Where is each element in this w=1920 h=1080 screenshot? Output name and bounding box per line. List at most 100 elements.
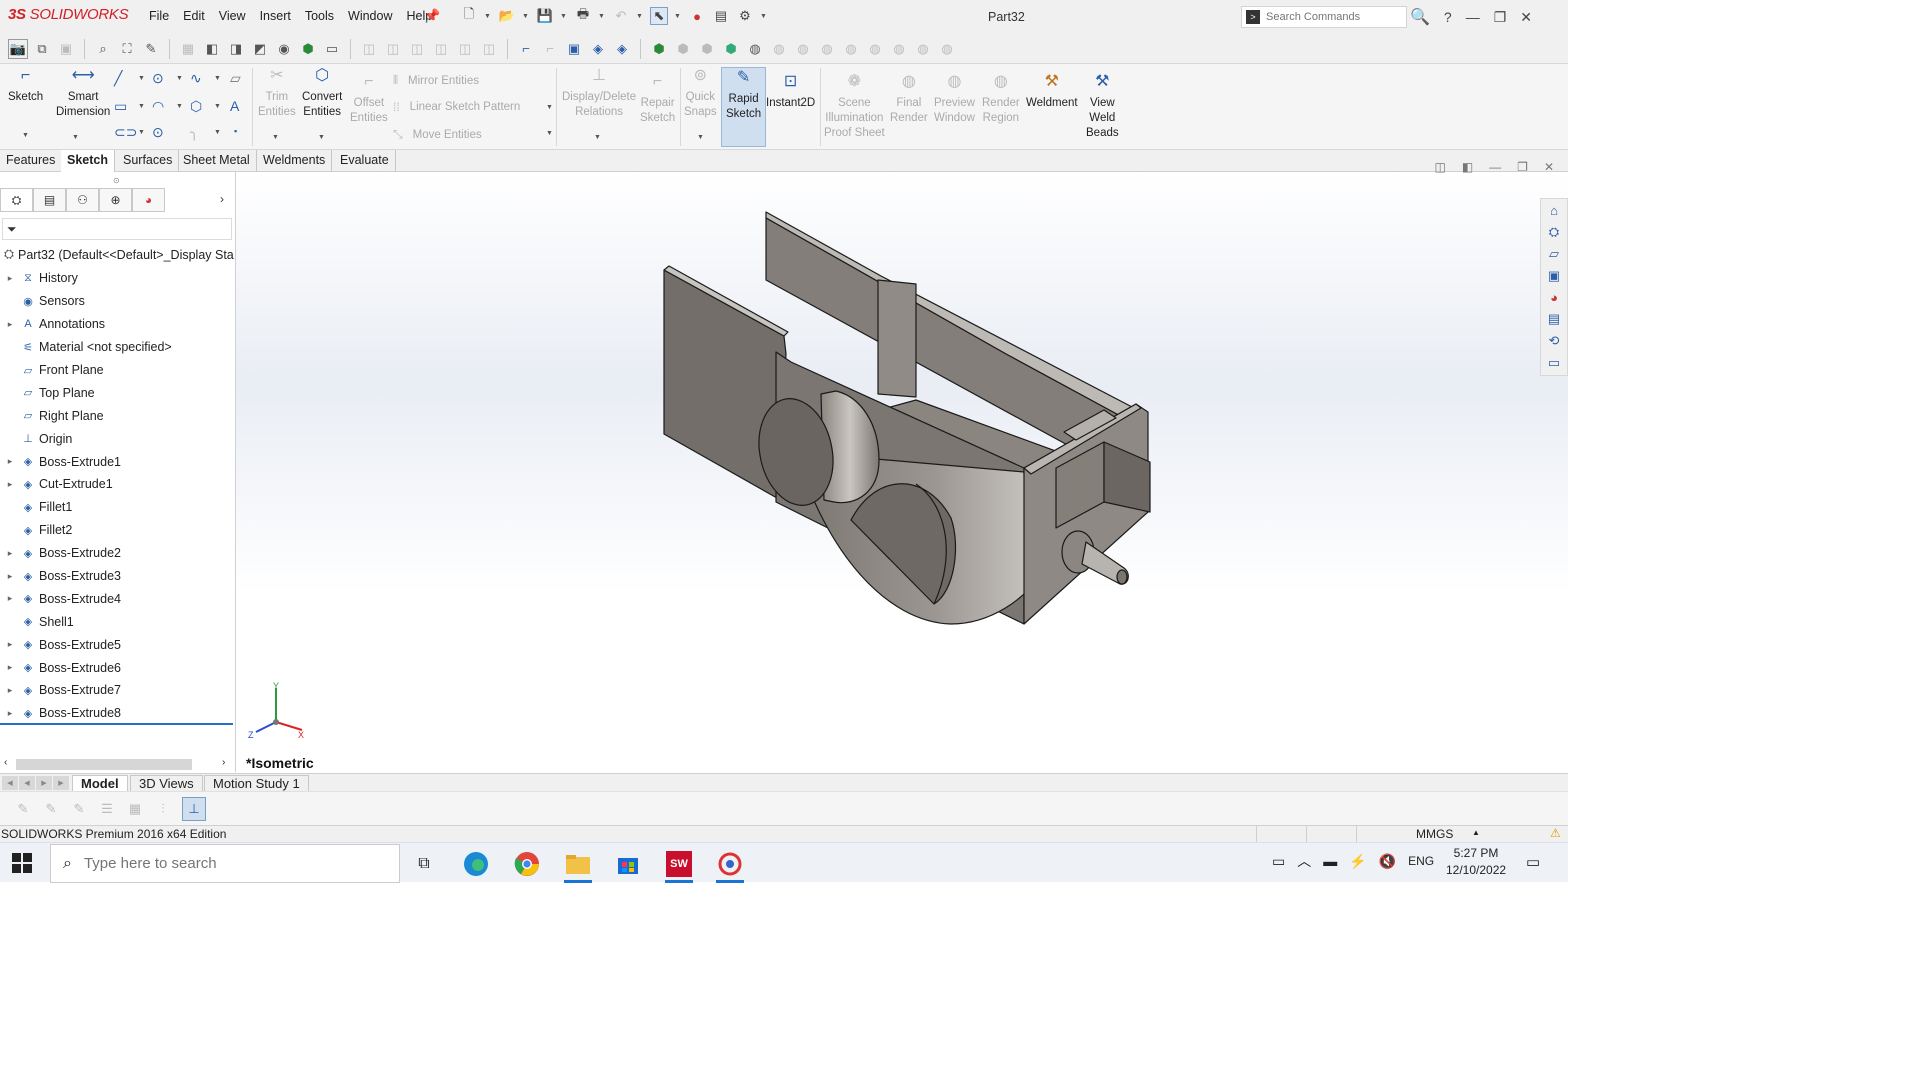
options-gear-icon[interactable]: ⚙ (736, 7, 754, 25)
expand-arrow-icon[interactable]: ▸ (0, 662, 20, 673)
sketch-tool-icon[interactable]: ✎ (70, 800, 88, 818)
render-tool-icon[interactable]: ◍ (841, 39, 861, 59)
tree-item[interactable]: ▱ Front Plane (0, 359, 236, 382)
taskbar-search-input[interactable] (83, 855, 384, 872)
chevron-down-icon[interactable]: ▼ (522, 13, 530, 20)
save-icon[interactable]: 💾 (536, 7, 554, 25)
traffic-light-icon[interactable]: ● (688, 7, 706, 25)
tree-item[interactable]: ▸ ◈ Boss-Extrude7 (0, 679, 236, 702)
units-selector[interactable]: MMGS (1416, 827, 1453, 841)
chevron-down-icon[interactable]: ▼ (272, 134, 279, 141)
line-icon[interactable]: ╱ (114, 70, 122, 87)
menu-tools[interactable]: Tools (298, 9, 341, 23)
store-icon[interactable] (611, 847, 645, 881)
next-tab-icon[interactable]: ▶ (36, 776, 52, 790)
chevron-down-icon[interactable]: ▼ (484, 13, 492, 20)
tree-item[interactable]: ▸ ◈ Boss-Extrude3 (0, 565, 236, 588)
display-manager-tab-icon[interactable]: ◕ (132, 188, 165, 212)
solidworks-logo[interactable]: 3S SOLIDWORKS (8, 6, 129, 23)
render-tool-icon[interactable]: ◍ (889, 39, 909, 59)
render-tool-icon[interactable]: ⬢ (721, 39, 741, 59)
tree-item[interactable]: ▸ ◈ Boss-Extrude1 (0, 450, 236, 473)
language-indicator[interactable]: ENG (1408, 854, 1434, 868)
sketch-tool-icon[interactable]: ⌐ (516, 39, 536, 59)
feature-tool-icon[interactable]: ◫ (359, 39, 379, 59)
circle-icon[interactable]: ⊙ (152, 70, 164, 87)
preview-window-button[interactable]: ◍ Preview Window (934, 74, 975, 126)
paint-app-icon[interactable] (713, 847, 747, 883)
sketch-origin-icon[interactable]: ⊥ (182, 796, 206, 821)
chevron-down-icon[interactable]: ▼ (636, 13, 644, 20)
tree-item[interactable]: ▸ ◈ Boss-Extrude8 (0, 702, 236, 725)
undo-icon[interactable]: ↶ (612, 7, 630, 25)
rollback-bar[interactable] (0, 723, 233, 725)
zoom-area-icon[interactable]: ⛶ (117, 39, 137, 59)
quick-snaps-button[interactable]: ⊚ Quick Snaps (684, 68, 717, 120)
expand-arrow-icon[interactable]: ▸ (0, 548, 20, 559)
chevron-down-icon[interactable]: ▼ (560, 13, 568, 20)
cube-icon[interactable]: ◈ (588, 39, 608, 59)
tree-item[interactable]: ◈ Shell1 (0, 610, 236, 633)
weldment-button[interactable]: ⚒ Weldment (1026, 74, 1078, 111)
expand-arrow-icon[interactable]: ▸ (0, 639, 20, 650)
render-tool-icon[interactable]: ⬢ (649, 39, 669, 59)
move-entities-button[interactable]: ⤡ Move Entities (393, 127, 482, 142)
previous-view-icon[interactable]: ✎ (141, 39, 161, 59)
render-tool-icon[interactable]: ⬢ (673, 39, 693, 59)
grid-icon[interactable]: ▦ (126, 800, 144, 818)
windows-start-icon[interactable] (12, 853, 32, 873)
feature-tool-icon[interactable]: ◫ (455, 39, 475, 59)
tree-item[interactable]: ▱ Top Plane (0, 381, 236, 404)
cube-icon[interactable]: ◈ (612, 39, 632, 59)
display-style-icon[interactable]: ◨ (226, 39, 246, 59)
expand-arrow-icon[interactable]: ▸ (0, 708, 20, 719)
tree-item[interactable]: ⚟ Material <not specified> (0, 336, 236, 359)
tree-item[interactable]: ⊥ Origin (0, 427, 236, 450)
tab-motion-study-1[interactable]: Motion Study 1 (204, 775, 309, 792)
tree-item[interactable]: ▸ ◈ Boss-Extrude2 (0, 542, 236, 565)
smart-dimension-button[interactable]: ⟷ Smart Dimension (56, 68, 110, 120)
notifications-icon[interactable]: ▭ (1526, 853, 1540, 871)
scene-illumination-button[interactable]: ❁ Scene Illumination Proof Sheet (824, 74, 885, 141)
polygon-icon[interactable]: ⬡ (190, 98, 202, 115)
tab-weldments[interactable]: Weldments (257, 150, 333, 172)
chevron-down-icon[interactable]: ▼ (594, 134, 601, 141)
rapid-sketch-button[interactable]: ✎ Rapid Sketch (721, 67, 767, 147)
menu-window[interactable]: Window (341, 9, 399, 23)
tree-item[interactable]: ▸ ◈ Boss-Extrude5 (0, 633, 236, 656)
view-orientation-icon[interactable]: ◧ (202, 39, 222, 59)
point-icon[interactable]: ▪ (234, 126, 237, 136)
render-tool-icon[interactable]: ◍ (865, 39, 885, 59)
render-tool-icon[interactable]: ◍ (769, 39, 789, 59)
chevron-up-icon[interactable]: ▲ (1472, 828, 1480, 837)
linear-sketch-pattern-button[interactable]: ⁞⁞ Linear Sketch Pattern (393, 100, 520, 114)
convert-entities-button[interactable]: ⬡ Convert Entities (302, 68, 342, 120)
minimize-icon[interactable]: — (1466, 9, 1480, 25)
expand-arrow-icon[interactable]: ▸ (0, 273, 20, 284)
tab-model[interactable]: Model (72, 775, 128, 792)
tree-filter-bar[interactable]: ⏷ (2, 218, 232, 240)
battery-icon[interactable]: ▬ (1323, 853, 1337, 869)
render-tool-icon[interactable]: ◍ (793, 39, 813, 59)
chevron-down-icon[interactable]: ▼ (176, 103, 183, 110)
pin-icon[interactable]: 📌 (424, 8, 440, 24)
text-icon[interactable]: A (230, 98, 239, 114)
solidworks-taskbar-icon[interactable]: SW (662, 847, 696, 883)
chevron-down-icon[interactable]: ▼ (598, 13, 606, 20)
feature-tool-icon[interactable]: ◫ (479, 39, 499, 59)
menu-file[interactable]: File (142, 9, 176, 23)
chevron-down-icon[interactable]: ▼ (138, 75, 145, 82)
offset-entities-button[interactable]: ⌐ Offset Entities (350, 74, 388, 126)
graphics-area[interactable]: ◫ ◧ — ❐ ✕ ⌂ ⛭ ▱ ▣ ◕ ▤ ⟲ ▭ Y X Z *Isometr… (236, 160, 1568, 773)
rectangle-icon[interactable]: ▭ (114, 98, 127, 115)
chevron-down-icon[interactable]: ▼ (546, 130, 553, 137)
3d-part-model[interactable] (236, 172, 1568, 773)
prev-tab-icon[interactable]: ◀ (19, 776, 35, 790)
property-manager-tab-icon[interactable]: ▤ (33, 188, 66, 212)
configuration-manager-tab-icon[interactable]: ⚇ (66, 188, 99, 212)
feature-tree-tab-icon[interactable]: ⛭ (0, 188, 33, 212)
fillet-icon[interactable]: ╮ (190, 124, 198, 141)
render-tool-icon[interactable]: ◍ (745, 39, 765, 59)
edit-appearance-icon[interactable]: ◉ (274, 39, 294, 59)
expand-arrow-icon[interactable]: ▸ (0, 479, 20, 490)
